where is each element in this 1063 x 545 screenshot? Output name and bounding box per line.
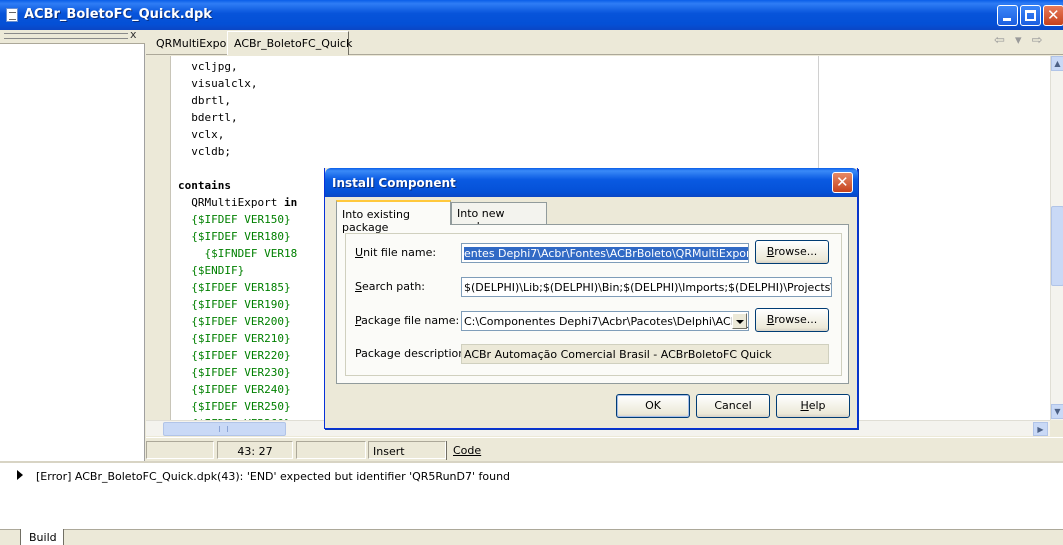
editor-tabs-bar: QRMultiExport ACBr_BoletoFC_Quick ⇦ ▾ ⇨ [146, 30, 1063, 55]
window-title-bar: ACBr_BoletoFC_Quick.dpk ✕ [0, 0, 1063, 30]
code-line: dbrtl, [191, 94, 231, 107]
code-line: {$ENDIF} [191, 264, 245, 277]
message-panel: [Error] ACBr_BoletoFC_Quick.dpk(43): 'EN… [0, 461, 1063, 545]
window-title: ACBr_BoletoFC_Quick.dpk [24, 7, 212, 22]
browse-unit-button[interactable]: Browse... [755, 240, 829, 264]
install-component-dialog: Install Component ✕ Into existing packag… [324, 168, 858, 429]
code-line: {$IFDEF VER190} [191, 298, 298, 311]
code-line: vcldb; [191, 145, 231, 158]
insert-mode: Insert [368, 441, 446, 459]
message-tabs-strip [0, 529, 1063, 545]
cursor-position: 43: 27 [217, 441, 293, 459]
horizontal-scroll-thumb[interactable] [163, 422, 286, 436]
status-cell-modified [146, 441, 214, 459]
message-arrow-icon [17, 470, 23, 480]
editor-status-bar: 43: 27 Insert Code [146, 437, 1063, 461]
ok-button[interactable]: OK [616, 394, 690, 418]
code-line: {$IFDEF VER210} [191, 332, 298, 345]
dialog-close-button[interactable]: ✕ [832, 172, 853, 193]
code-line: {$IFDEF VER200} [191, 315, 298, 328]
code-line: visualclx, [191, 77, 258, 90]
tab-into-new-package[interactable]: Into new package [451, 202, 547, 233]
left-docked-panel: x [0, 28, 145, 461]
tab-acbr-boletofc-quick[interactable]: ACBr_BoletoFC_Quick [227, 31, 352, 55]
browse-package-button[interactable]: Browse... [755, 308, 829, 332]
document-icon [6, 8, 18, 22]
code-line: {$IFDEF VER180} [191, 230, 291, 243]
unit-file-name-field[interactable]: entes Dephi7\Acbr\Fontes\ACBrBoleto\QRMu… [461, 243, 749, 263]
unit-file-name-label: Unit file name: [355, 246, 437, 259]
editor-gutter [146, 56, 171, 420]
status-cell-blank [296, 441, 366, 459]
code-line: contains [178, 179, 231, 192]
vertical-scroll-thumb[interactable] [1051, 206, 1063, 286]
code-text: vcljpg, visualclx, dbrtl, bdertl, vclx, … [178, 58, 297, 420]
code-line: {$IFDEF VER220} [191, 349, 298, 362]
package-description-label: Package description: [355, 347, 469, 360]
navigation-arrows-icon[interactable]: ⇦ ▾ ⇨ [994, 33, 1046, 48]
code-line: QRMultiExport in [191, 196, 298, 209]
scroll-down-icon[interactable]: ▼ [1051, 404, 1063, 419]
minimize-button[interactable] [997, 5, 1018, 26]
close-button[interactable]: ✕ [1043, 5, 1063, 26]
minimize-icon [1003, 18, 1011, 21]
search-path-field[interactable]: $(DELPHI)\Lib;$(DELPHI)\Bin;$(DELPHI)\Im… [461, 277, 832, 297]
tab-panel: Unit file name: entes Dephi7\Acbr\Fontes… [336, 224, 849, 384]
dialog-title: Install Component [332, 176, 456, 190]
help-button[interactable]: Help [776, 394, 850, 418]
tab-qrmultiexport[interactable]: QRMultiExport [150, 33, 235, 54]
maximize-button[interactable] [1020, 5, 1041, 26]
maximize-icon [1025, 10, 1036, 21]
code-line: vclx, [191, 128, 225, 141]
close-icon: ✕ [1047, 6, 1060, 24]
dialog-body: Into existing package Into new package U… [328, 197, 855, 426]
tab-into-existing-package[interactable]: Into existing package [336, 200, 451, 234]
scroll-right-icon[interactable]: ▶ [1033, 422, 1048, 436]
code-line: {$IFDEF VER185} [191, 281, 298, 294]
code-line: {$IFDEF VER240} [191, 383, 298, 396]
panel-close-icon[interactable]: x [130, 28, 137, 41]
package-file-name-label: Package file name: [355, 314, 460, 327]
code-line: {$IFDEF VER250} [191, 400, 298, 413]
code-line: {$IFDEF VER230} [191, 366, 298, 379]
error-message[interactable]: [Error] ACBr_BoletoFC_Quick.dpk(43): 'EN… [36, 470, 510, 483]
cancel-button[interactable]: Cancel [696, 394, 770, 418]
close-icon: ✕ [836, 173, 849, 191]
code-line: vcljpg, [191, 60, 238, 73]
search-path-label: Search path: [355, 280, 426, 293]
tab-build[interactable]: Build [20, 529, 64, 545]
vertical-scrollbar[interactable]: ▲ ▼ [1050, 56, 1063, 420]
code-tab-label: Code [453, 444, 482, 457]
dialog-title-bar: Install Component ✕ [325, 168, 858, 197]
package-description-field[interactable]: ACBr Automação Comercial Brasil - ACBrBo… [461, 344, 829, 364]
tab-code[interactable]: Code [446, 441, 491, 460]
code-line: bdertl, [191, 111, 238, 124]
grip-lines [4, 33, 128, 39]
panel-grip[interactable]: x [0, 28, 145, 44]
chevron-down-icon[interactable] [732, 313, 747, 329]
code-line: {$IFDEF VER150} [191, 213, 298, 226]
fields-group: Unit file name: entes Dephi7\Acbr\Fontes… [345, 233, 842, 376]
code-line: {$IFNDEF VER18 [204, 247, 298, 260]
package-file-name-combo[interactable]: C:\Componentes Dephi7\Acbr\Pacotes\Delph… [461, 311, 749, 331]
scroll-up-icon[interactable]: ▲ [1051, 56, 1063, 71]
